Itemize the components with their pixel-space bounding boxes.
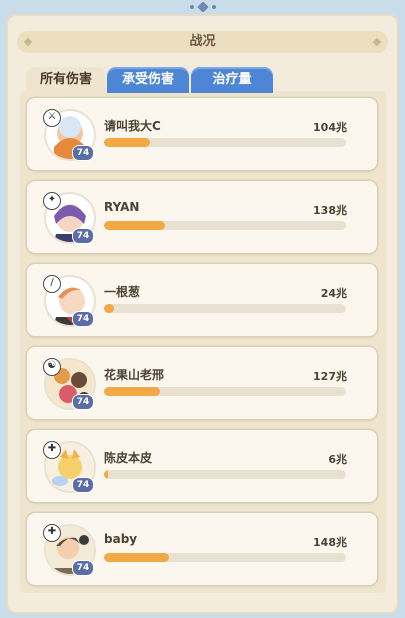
damage-value: 148兆 [313, 536, 347, 549]
damage-bar-fill [104, 138, 150, 147]
title-left-ornament [23, 37, 33, 47]
level-badge: 74 [72, 311, 94, 327]
damage-value: 104兆 [313, 121, 347, 134]
damage-bar-fill [104, 221, 165, 230]
list-item[interactable]: ⚔ 74 请叫我大C 104兆 [27, 98, 377, 170]
hero-class-icon: ✦ [43, 192, 61, 210]
damage-bar [104, 304, 346, 313]
hero-class-icon: / [43, 275, 61, 293]
level-badge: 74 [72, 477, 94, 493]
tab-all-damage[interactable]: 所有伤害 [26, 67, 106, 93]
player-name: 花果山老邢 [104, 368, 165, 382]
panel-title-bar: 战况 [17, 31, 388, 53]
tab-healing[interactable]: 治疗量 [191, 67, 273, 93]
damage-value: 6兆 [328, 453, 347, 466]
damage-bar [104, 138, 346, 147]
player-name: baby [104, 532, 138, 546]
ornament-icon [190, 2, 216, 12]
title-right-ornament [372, 37, 382, 47]
damage-value: 127兆 [313, 370, 347, 383]
level-badge: 74 [72, 560, 94, 576]
game-frame: 战况 所有伤害 承受伤害 治疗量 ⚔ 74 请叫我大C 104兆 ✦ 74 RY… [0, 0, 405, 618]
damage-bar-fill [104, 470, 108, 479]
hero-class-icon: ✚ [43, 441, 61, 459]
list-item[interactable]: ✦ 74 RYAN 138兆 [27, 181, 377, 253]
damage-bar [104, 553, 346, 562]
level-badge: 74 [72, 228, 94, 244]
damage-bar-fill [104, 553, 170, 562]
player-name: RYAN [104, 200, 140, 214]
player-name: 请叫我大C [104, 119, 161, 133]
hero-class-icon: ⚔ [43, 109, 61, 127]
level-badge: 74 [72, 394, 94, 410]
player-name: 陈皮本皮 [104, 451, 153, 465]
level-badge: 74 [72, 145, 94, 161]
list-item[interactable]: ✚ 74 baby 148兆 [27, 513, 377, 585]
player-name: 一根葱 [104, 285, 141, 299]
hero-class-icon: ✚ [43, 524, 61, 542]
damage-value: 24兆 [320, 287, 347, 300]
damage-value: 138兆 [313, 204, 347, 217]
damage-bar [104, 470, 346, 479]
damage-bar-fill [104, 304, 114, 313]
list-item[interactable]: ✚ 74 陈皮本皮 6兆 [27, 430, 377, 502]
damage-bar [104, 221, 346, 230]
damage-bar [104, 387, 346, 396]
page-title: 战况 [189, 34, 216, 49]
list-item[interactable]: / 74 一根葱 24兆 [27, 264, 377, 336]
tab-damage-taken[interactable]: 承受伤害 [107, 67, 189, 93]
list-item[interactable]: ☯ 74 花果山老邢 127兆 [27, 347, 377, 419]
damage-bar-fill [104, 387, 160, 396]
hero-class-icon: ☯ [43, 358, 61, 376]
